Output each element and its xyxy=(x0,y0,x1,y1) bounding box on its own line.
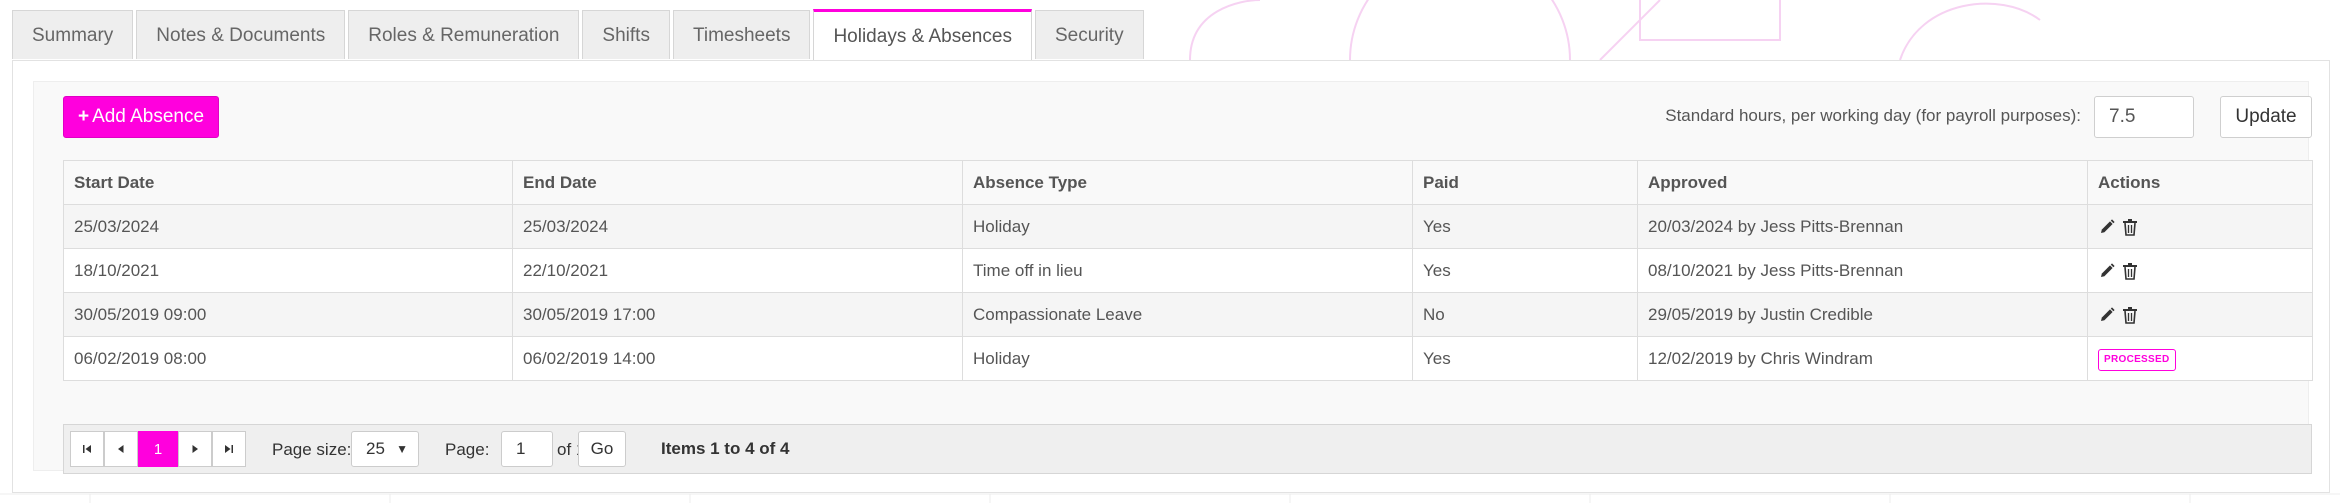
standard-hours-label: Standard hours, per working day (for pay… xyxy=(1665,106,2081,125)
tab-notes-documents[interactable]: Notes & Documents xyxy=(136,10,346,59)
tab-roles-remuneration[interactable]: Roles & Remuneration xyxy=(348,10,580,59)
cell-paid: Yes xyxy=(1412,336,1638,381)
processed-badge: PROCESSED xyxy=(2098,348,2176,371)
next-page-button[interactable] xyxy=(178,431,212,467)
cell-end-date: 22/10/2021 xyxy=(512,248,963,293)
page-size-label: Page size: xyxy=(272,440,352,459)
column-header-absence-type[interactable]: Absence Type xyxy=(962,160,1413,205)
cell-approved: 29/05/2019 by Justin Credible xyxy=(1637,292,2088,337)
cell-absence-type: Holiday xyxy=(962,204,1413,249)
tab-holidays-absences[interactable]: Holidays & Absences xyxy=(813,9,1032,61)
pencil-icon[interactable] xyxy=(2098,306,2116,324)
cell-absence-type: Compassionate Leave xyxy=(962,292,1413,337)
table-row: 18/10/2021 22/10/2021 Time off in lieu Y… xyxy=(63,248,2313,293)
next-page-icon xyxy=(192,445,198,453)
tab-panel: + Add Absence Standard hours, per working… xyxy=(12,60,2330,493)
cell-end-date: 30/05/2019 17:00 xyxy=(512,292,963,337)
cell-actions: PROCESSED xyxy=(2087,336,2313,381)
column-header-paid[interactable]: Paid xyxy=(1412,160,1638,205)
cell-paid: Yes xyxy=(1412,204,1638,249)
cell-approved: 12/02/2019 by Chris Windram xyxy=(1637,336,2088,381)
first-page-icon xyxy=(83,445,91,453)
trash-icon[interactable] xyxy=(2122,218,2138,236)
page-size-value: 25 xyxy=(366,439,385,458)
absences-table: Start Date End Date Absence Type Paid Ap… xyxy=(63,160,2313,381)
page-number-input[interactable]: 1 xyxy=(501,431,553,467)
cell-start-date: 06/02/2019 08:00 xyxy=(63,336,513,381)
standard-hours-input[interactable]: 7.5 xyxy=(2094,96,2194,138)
column-header-start-date[interactable]: Start Date xyxy=(63,160,513,205)
column-header-end-date[interactable]: End Date xyxy=(512,160,963,205)
cell-actions xyxy=(2087,248,2313,293)
cell-end-date: 25/03/2024 xyxy=(512,204,963,249)
page-label: Page: xyxy=(445,440,490,459)
add-absence-label: Add Absence xyxy=(92,106,205,127)
table-row: 30/05/2019 09:00 30/05/2019 17:00 Compas… xyxy=(63,292,2313,337)
pencil-icon[interactable] xyxy=(2098,262,2116,280)
cell-start-date: 18/10/2021 xyxy=(63,248,513,293)
cell-end-date: 06/02/2019 14:00 xyxy=(512,336,963,381)
table-row: 25/03/2024 25/03/2024 Holiday Yes 20/03/… xyxy=(63,204,2313,249)
cell-start-date: 30/05/2019 09:00 xyxy=(63,292,513,337)
column-header-actions: Actions xyxy=(2087,160,2313,205)
cell-paid: Yes xyxy=(1412,248,1638,293)
column-header-approved[interactable]: Approved xyxy=(1637,160,2088,205)
cell-paid: No xyxy=(1412,292,1638,337)
items-summary: Items 1 to 4 of 4 xyxy=(661,439,790,458)
page-size-select[interactable]: 25 ▼ xyxy=(351,431,419,467)
cell-absence-type: Holiday xyxy=(962,336,1413,381)
caret-down-icon: ▼ xyxy=(396,442,408,456)
trash-icon[interactable] xyxy=(2122,306,2138,324)
cell-actions xyxy=(2087,204,2313,249)
update-button[interactable]: Update xyxy=(2220,96,2312,138)
cell-approved: 08/10/2021 by Jess Pitts-Brennan xyxy=(1637,248,2088,293)
pencil-icon[interactable] xyxy=(2098,218,2116,236)
tab-bar: Summary Notes & Documents Roles & Remune… xyxy=(12,9,1147,61)
page-number-button[interactable]: 1 xyxy=(138,431,178,467)
tab-security[interactable]: Security xyxy=(1034,10,1144,59)
pagination-bar: 1 Page size: 25 ▼ Page: 1 of 1 Go Items … xyxy=(63,424,2312,474)
previous-page-button[interactable] xyxy=(104,431,138,467)
cell-absence-type: Time off in lieu xyxy=(962,248,1413,293)
cell-approved: 20/03/2024 by Jess Pitts-Brennan xyxy=(1637,204,2088,249)
last-page-icon xyxy=(225,445,233,453)
add-absence-button[interactable]: + Add Absence xyxy=(63,96,219,138)
cell-start-date: 25/03/2024 xyxy=(63,204,513,249)
tab-summary[interactable]: Summary xyxy=(12,10,134,59)
trash-icon[interactable] xyxy=(2122,262,2138,280)
first-page-button[interactable] xyxy=(70,431,104,467)
tab-shifts[interactable]: Shifts xyxy=(582,10,670,59)
table-row: 06/02/2019 08:00 06/02/2019 14:00 Holida… xyxy=(63,336,2313,381)
cell-actions xyxy=(2087,292,2313,337)
go-button[interactable]: Go xyxy=(578,431,626,467)
last-page-button[interactable] xyxy=(212,431,246,467)
tab-timesheets[interactable]: Timesheets xyxy=(672,10,811,59)
plus-icon: + xyxy=(77,106,90,127)
absences-section: + Add Absence Standard hours, per working… xyxy=(33,81,2313,474)
previous-page-icon xyxy=(118,445,124,453)
table-header-row: Start Date End Date Absence Type Paid Ap… xyxy=(63,160,2313,205)
